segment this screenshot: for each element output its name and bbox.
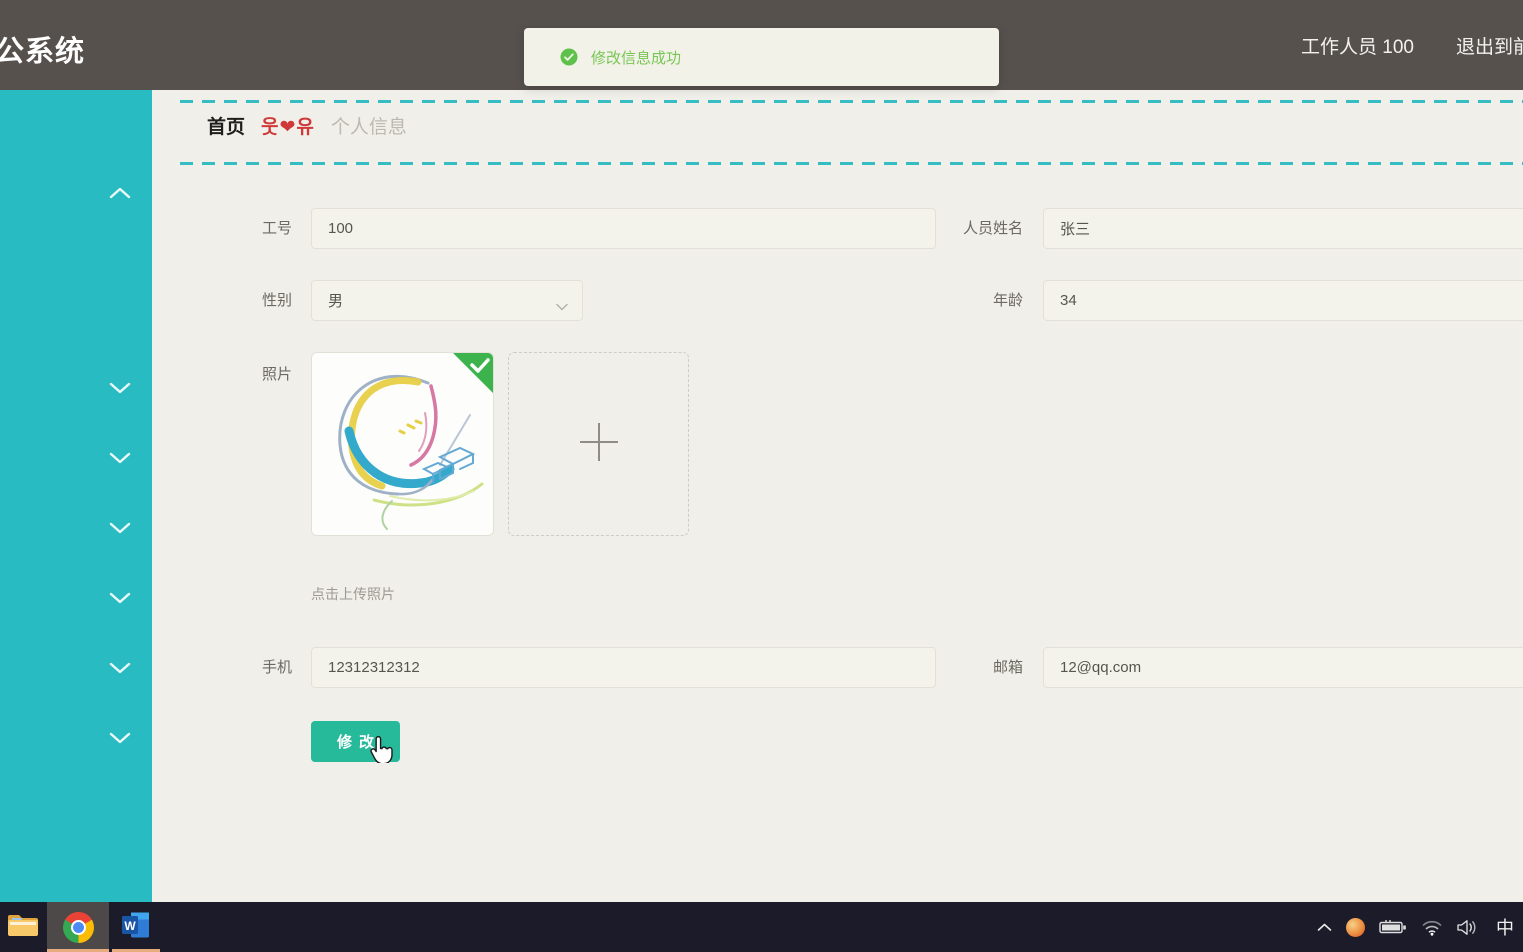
main-content: 首页 웃❤유 个人信息 工号 人员姓名 性别 男 年龄 照片 bbox=[152, 90, 1523, 902]
breadcrumb: 首页 웃❤유 个人信息 bbox=[207, 112, 407, 139]
breadcrumb-separator: 웃❤유 bbox=[261, 117, 315, 138]
chevron-down-icon bbox=[109, 521, 131, 539]
logout-link[interactable]: 退出到前 bbox=[1456, 32, 1523, 59]
volume-icon[interactable] bbox=[1457, 919, 1479, 936]
phone-input[interactable] bbox=[311, 647, 936, 688]
chevron-up-icon bbox=[109, 186, 131, 204]
sidebar-group-toggle[interactable] bbox=[107, 522, 133, 537]
wifi-icon[interactable] bbox=[1421, 919, 1443, 936]
email-label: 邮箱 bbox=[992, 659, 1023, 676]
dashed-divider-bottom bbox=[180, 162, 1523, 165]
uploaded-photo-image bbox=[312, 353, 493, 535]
chrome-icon bbox=[62, 911, 94, 943]
employee-id-input[interactable] bbox=[311, 208, 936, 249]
age-input[interactable] bbox=[1043, 280, 1523, 321]
dashed-divider-top bbox=[180, 100, 1523, 103]
app-title: 公系统 bbox=[0, 36, 86, 68]
taskbar: W 中 bbox=[0, 902, 1523, 952]
sidebar-group-toggle[interactable] bbox=[107, 592, 133, 607]
photo-label: 照片 bbox=[261, 366, 292, 383]
sidebar-group-toggle[interactable] bbox=[107, 187, 133, 202]
sidebar-group-toggle[interactable] bbox=[107, 452, 133, 467]
plus-icon bbox=[577, 420, 621, 469]
gender-select[interactable]: 男 bbox=[311, 280, 583, 321]
success-toast: 修改信息成功 bbox=[524, 28, 999, 86]
employee-id-label: 工号 bbox=[261, 220, 292, 237]
file-explorer-taskbar-button[interactable] bbox=[0, 902, 46, 952]
submit-button[interactable]: 修改 bbox=[311, 721, 400, 762]
breadcrumb-home[interactable]: 首页 bbox=[207, 112, 245, 139]
tray-expand-chevron-up-icon[interactable] bbox=[1317, 923, 1332, 932]
email-input[interactable] bbox=[1043, 647, 1523, 688]
chevron-down-icon bbox=[109, 451, 131, 469]
upload-hint: 点击上传照片 bbox=[311, 586, 395, 602]
sidebar-group-toggle[interactable] bbox=[107, 732, 133, 747]
phone-label: 手机 bbox=[261, 659, 292, 676]
word-icon: W bbox=[121, 911, 151, 944]
header-user-label: 工作人员 100 bbox=[1301, 37, 1414, 58]
ime-indicator[interactable]: 中 bbox=[1493, 914, 1517, 940]
battery-icon[interactable] bbox=[1379, 919, 1407, 935]
success-check-icon bbox=[560, 48, 578, 66]
toast-message: 修改信息成功 bbox=[591, 49, 682, 67]
photo-thumbnail[interactable] bbox=[311, 352, 494, 536]
system-tray: 中 bbox=[1317, 902, 1517, 952]
file-explorer-icon bbox=[6, 910, 40, 945]
name-label: 人员姓名 bbox=[962, 220, 1023, 237]
chevron-down-icon bbox=[109, 661, 131, 679]
chevron-down-icon bbox=[556, 298, 568, 315]
chrome-taskbar-button[interactable] bbox=[47, 902, 109, 952]
application-window: 公系统 工作人员 100 退出到前 修改信息成功 首页 웃❤유 个人信息 工号 … bbox=[0, 0, 1523, 952]
breadcrumb-current: 个人信息 bbox=[330, 117, 407, 138]
age-label: 年龄 bbox=[992, 292, 1023, 309]
sidebar-group-toggle[interactable] bbox=[107, 662, 133, 677]
sidebar-group-toggle[interactable] bbox=[107, 382, 133, 397]
chevron-down-icon bbox=[109, 381, 131, 399]
word-taskbar-button[interactable]: W bbox=[112, 902, 160, 952]
chevron-down-icon bbox=[109, 591, 131, 609]
name-input[interactable] bbox=[1043, 208, 1523, 249]
gender-label: 性别 bbox=[261, 292, 292, 309]
sidebar bbox=[0, 90, 152, 902]
svg-text:W: W bbox=[124, 919, 136, 933]
photo-upload-box[interactable] bbox=[508, 352, 689, 536]
gender-select-value: 男 bbox=[328, 293, 344, 310]
tray-app-icon[interactable] bbox=[1346, 917, 1365, 937]
chevron-down-icon bbox=[109, 731, 131, 749]
